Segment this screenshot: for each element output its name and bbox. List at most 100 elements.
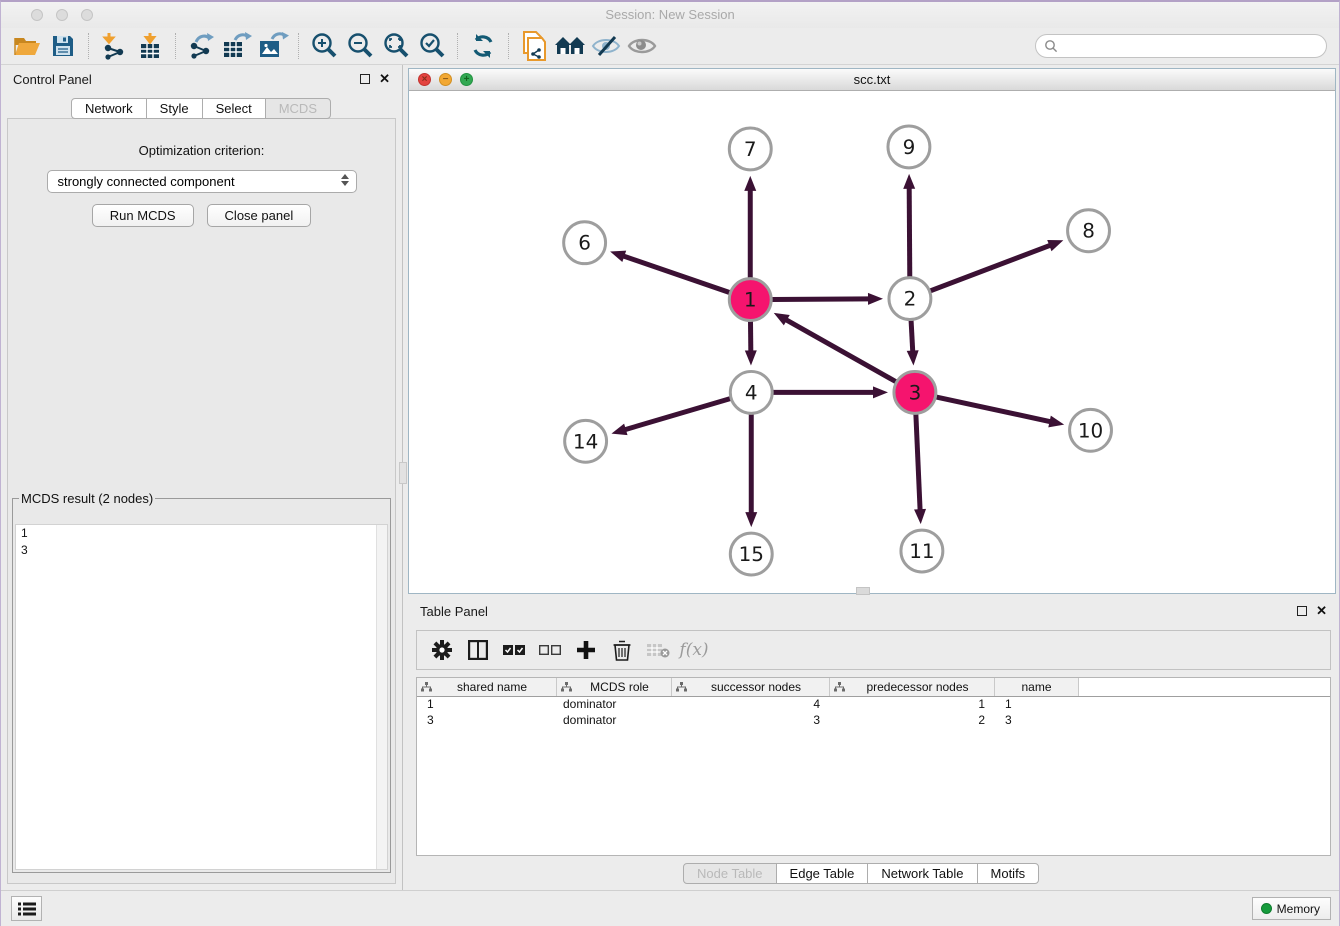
float-panel-icon[interactable] xyxy=(360,74,370,84)
network-maximize-icon[interactable]: + xyxy=(460,73,473,86)
tab-mcds[interactable]: MCDS xyxy=(265,98,331,119)
float-table-panel-icon[interactable] xyxy=(1297,606,1307,616)
export-table-icon[interactable] xyxy=(219,31,255,62)
hide-details-icon[interactable] xyxy=(588,31,624,62)
table-header-row: shared name MCDS role successor nodes pr… xyxy=(417,678,1330,697)
graph-edge[interactable] xyxy=(624,399,730,430)
graph-edge[interactable] xyxy=(916,414,920,511)
cell-predecessor-nodes[interactable]: 1 xyxy=(830,697,995,713)
network-close-icon[interactable]: × xyxy=(418,73,431,86)
settings-gear-icon[interactable] xyxy=(427,635,457,665)
close-panel-button[interactable]: Close panel xyxy=(207,204,312,227)
column-header-successor-nodes[interactable]: successor nodes xyxy=(672,678,830,696)
vertical-splitter-grip[interactable] xyxy=(399,462,407,484)
cell-predecessor-nodes[interactable]: 2 xyxy=(830,713,995,729)
graph-node-label: 1 xyxy=(744,288,757,312)
search-box[interactable] xyxy=(1035,34,1327,58)
export-image-icon[interactable] xyxy=(255,31,291,62)
close-table-panel-icon[interactable]: ✕ xyxy=(1316,606,1327,616)
graph-node-label: 10 xyxy=(1078,418,1103,442)
graph-edge-arrowhead xyxy=(744,176,756,191)
network-window-titlebar[interactable]: × − + scc.txt xyxy=(409,69,1335,91)
graph-node-label: 9 xyxy=(903,135,916,159)
window-zoom-button[interactable] xyxy=(81,9,93,21)
optimization-criterion-label: Optimization criterion: xyxy=(8,143,395,158)
tab-network-table[interactable]: Network Table xyxy=(867,863,977,884)
graph-edge[interactable] xyxy=(772,299,870,300)
mcds-result-fieldset: MCDS result (2 nodes) 1 3 xyxy=(12,491,391,873)
cell-shared-name[interactable]: 3 xyxy=(417,713,557,729)
graph-node-label: 8 xyxy=(1082,219,1095,243)
select-all-columns-icon[interactable] xyxy=(499,635,529,665)
show-details-icon[interactable] xyxy=(624,31,660,62)
refresh-icon[interactable] xyxy=(465,31,501,62)
close-panel-icon[interactable]: ✕ xyxy=(379,74,390,84)
toolbar-separator xyxy=(88,33,89,59)
network-canvas[interactable]: 7968124314101511 xyxy=(409,91,1335,593)
first-neighbors-icon[interactable] xyxy=(516,31,552,62)
run-mcds-button[interactable]: Run MCDS xyxy=(92,204,194,227)
cell-successor-nodes[interactable]: 4 xyxy=(672,697,830,713)
graph-edge[interactable] xyxy=(785,319,896,381)
graph-node-label: 6 xyxy=(578,231,591,255)
export-network-icon[interactable] xyxy=(183,31,219,62)
graph-edge[interactable] xyxy=(911,321,913,353)
tab-select[interactable]: Select xyxy=(202,98,266,119)
column-header-shared-name[interactable]: shared name xyxy=(417,678,557,696)
graph-edge[interactable] xyxy=(909,187,910,277)
delete-column-icon[interactable] xyxy=(607,635,637,665)
cell-name[interactable]: 1 xyxy=(995,697,1079,713)
tab-edge-table[interactable]: Edge Table xyxy=(776,863,869,884)
cell-name[interactable]: 3 xyxy=(995,713,1079,729)
memory-button[interactable]: Memory xyxy=(1252,897,1331,920)
add-column-icon[interactable] xyxy=(571,635,601,665)
delete-table-icon[interactable] xyxy=(643,635,673,665)
table-row[interactable]: 3 dominator 3 2 3 xyxy=(417,713,1330,729)
search-input[interactable] xyxy=(1062,39,1318,53)
tab-node-table[interactable]: Node Table xyxy=(683,863,777,884)
horizontal-splitter-grip[interactable] xyxy=(856,587,870,595)
column-view-icon[interactable] xyxy=(463,635,493,665)
control-panel: Control Panel ✕ Network Style Select MCD… xyxy=(1,65,403,890)
home-network-icon[interactable] xyxy=(552,31,588,62)
task-history-button[interactable] xyxy=(11,896,42,921)
mcds-result-item: 3 xyxy=(16,542,387,559)
window-minimize-button[interactable] xyxy=(56,9,68,21)
network-minimize-icon[interactable]: − xyxy=(439,73,452,86)
table-row[interactable]: 1 dominator 4 1 1 xyxy=(417,697,1330,713)
tab-motifs[interactable]: Motifs xyxy=(977,863,1040,884)
save-session-icon[interactable] xyxy=(45,31,81,62)
zoom-selected-icon[interactable] xyxy=(414,31,450,62)
tab-style[interactable]: Style xyxy=(146,98,203,119)
import-network-icon[interactable] xyxy=(96,31,132,62)
search-icon xyxy=(1044,39,1058,53)
node-table[interactable]: shared name MCDS role successor nodes pr… xyxy=(416,677,1331,856)
deselect-all-columns-icon[interactable] xyxy=(535,635,565,665)
graph-edge[interactable] xyxy=(622,256,729,293)
zoom-out-icon[interactable] xyxy=(342,31,378,62)
mcds-result-list[interactable]: 1 3 xyxy=(15,524,388,870)
graph-edge[interactable] xyxy=(936,397,1051,422)
result-scrollbar[interactable] xyxy=(376,525,387,869)
import-table-icon[interactable] xyxy=(132,31,168,62)
open-file-icon[interactable] xyxy=(9,31,45,62)
cell-mcds-role[interactable]: dominator xyxy=(557,713,672,729)
graph-node-label: 2 xyxy=(904,287,917,311)
zoom-in-icon[interactable] xyxy=(306,31,342,62)
column-header-name[interactable]: name xyxy=(995,678,1079,696)
memory-status-icon xyxy=(1261,903,1272,914)
optimization-criterion-select[interactable]: strongly connected component xyxy=(47,170,357,193)
toolbar-separator xyxy=(298,33,299,59)
column-header-mcds-role[interactable]: MCDS role xyxy=(557,678,672,696)
cell-successor-nodes[interactable]: 3 xyxy=(672,713,830,729)
cell-shared-name[interactable]: 1 xyxy=(417,697,557,713)
graph-node-label: 11 xyxy=(909,539,934,563)
zoom-fit-icon[interactable] xyxy=(378,31,414,62)
window-close-button[interactable] xyxy=(31,9,43,21)
tab-network[interactable]: Network xyxy=(71,98,147,119)
cell-mcds-role[interactable]: dominator xyxy=(557,697,672,713)
toolbar-separator xyxy=(175,33,176,59)
column-header-predecessor-nodes[interactable]: predecessor nodes xyxy=(830,678,995,696)
graph-edge[interactable] xyxy=(930,245,1051,291)
function-builder-icon[interactable]: f(x) xyxy=(679,635,709,665)
